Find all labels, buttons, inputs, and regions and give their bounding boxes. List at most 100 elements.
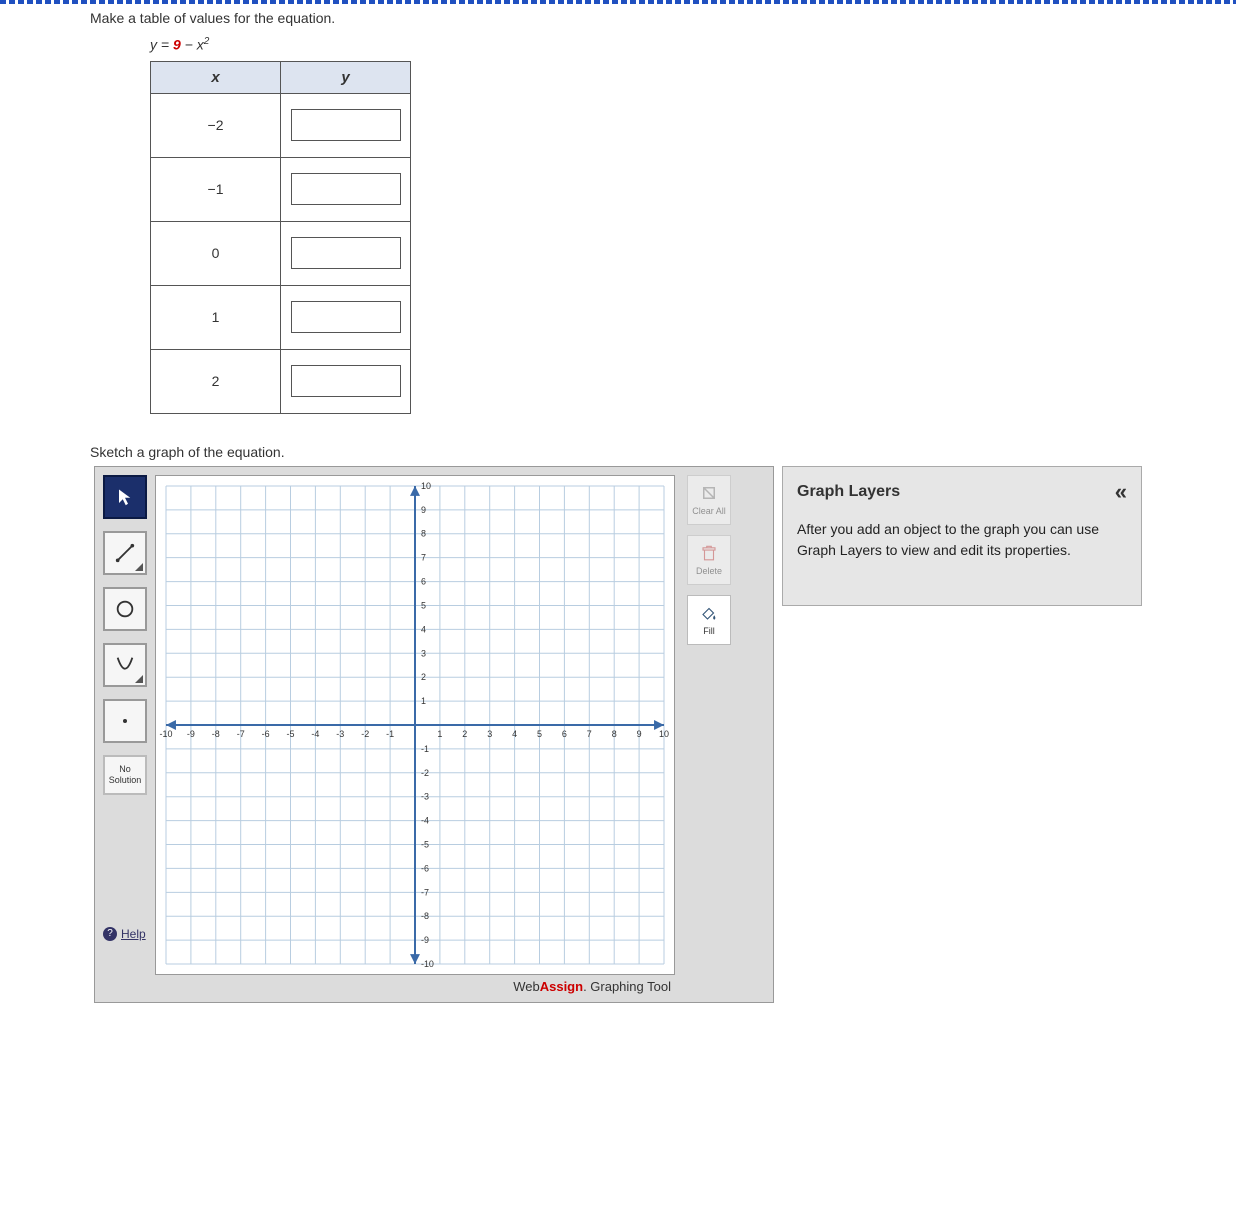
instruction-2: Sketch a graph of the equation. xyxy=(90,444,1236,460)
circle-tool[interactable] xyxy=(103,587,147,631)
fill-button[interactable]: Fill xyxy=(687,595,731,645)
y-arrow-down-icon xyxy=(410,954,420,964)
svg-text:-3: -3 xyxy=(336,729,344,739)
table-row: −2 xyxy=(151,93,411,157)
eq-x: x xyxy=(197,37,204,53)
page: Make a table of values for the equation.… xyxy=(0,10,1236,1023)
point-icon xyxy=(117,713,133,729)
trash-icon xyxy=(700,544,718,562)
point-tool[interactable] xyxy=(103,699,147,743)
svg-text:8: 8 xyxy=(612,729,617,739)
svg-text:-4: -4 xyxy=(311,729,319,739)
cell-x: −2 xyxy=(151,93,281,157)
svg-text:10: 10 xyxy=(659,729,669,739)
svg-text:2: 2 xyxy=(462,729,467,739)
no-solution-label-2: Solution xyxy=(105,775,145,786)
clear-icon xyxy=(700,484,718,502)
eq-eq: = xyxy=(157,37,173,53)
svg-text:4: 4 xyxy=(512,729,517,739)
clear-all-label: Clear All xyxy=(692,506,726,516)
y-input[interactable] xyxy=(291,173,401,205)
line-icon xyxy=(114,542,136,564)
cell-x: 0 xyxy=(151,221,281,285)
instruction-1: Make a table of values for the equation. xyxy=(90,10,1236,26)
svg-text:-3: -3 xyxy=(421,791,429,801)
svg-text:-2: -2 xyxy=(361,729,369,739)
no-solution-button[interactable]: No Solution xyxy=(103,755,147,795)
table-row: 1 xyxy=(151,285,411,349)
y-input[interactable] xyxy=(291,365,401,397)
line-tool[interactable] xyxy=(103,531,147,575)
action-column: Clear All Delete Fill xyxy=(687,475,731,994)
svg-text:-6: -6 xyxy=(262,729,270,739)
delete-label: Delete xyxy=(696,566,722,576)
svg-text:6: 6 xyxy=(562,729,567,739)
cell-x: 2 xyxy=(151,349,281,413)
brand-assign: Assign xyxy=(540,979,583,994)
svg-text:5: 5 xyxy=(421,600,426,610)
svg-text:-8: -8 xyxy=(212,729,220,739)
svg-text:3: 3 xyxy=(487,729,492,739)
brand-web: Web xyxy=(513,979,540,994)
table-row: 2 xyxy=(151,349,411,413)
svg-text:8: 8 xyxy=(421,528,426,538)
clear-all-button[interactable]: Clear All xyxy=(687,475,731,525)
svg-text:-6: -6 xyxy=(421,863,429,873)
svg-text:-10: -10 xyxy=(421,959,434,969)
svg-text:-4: -4 xyxy=(421,815,429,825)
svg-text:7: 7 xyxy=(587,729,592,739)
delete-button[interactable]: Delete xyxy=(687,535,731,585)
grid-wrap: -10 -9 -8 -7 -6 -5 -4 -3 -2 -1 1 2 3 4 5 6 7 8 9 10 -10 -9 -8 -… xyxy=(155,475,675,994)
equation: y = 9 − x2 xyxy=(150,36,1236,53)
svg-text:-8: -8 xyxy=(421,911,429,921)
svg-text:-1: -1 xyxy=(386,729,394,739)
table-header-y: y xyxy=(281,61,411,93)
svg-text:9: 9 xyxy=(421,505,426,515)
svg-text:6: 6 xyxy=(421,576,426,586)
svg-text:-7: -7 xyxy=(237,729,245,739)
svg-text:10: 10 xyxy=(421,481,431,491)
y-input[interactable] xyxy=(291,301,401,333)
svg-text:-9: -9 xyxy=(187,729,195,739)
svg-text:7: 7 xyxy=(421,552,426,562)
brand-tool: . Graphing Tool xyxy=(583,979,671,994)
y-arrow-up-icon xyxy=(410,486,420,496)
coordinate-grid[interactable]: -10 -9 -8 -7 -6 -5 -4 -3 -2 -1 1 2 3 4 5 6 7 8 9 10 -10 -9 -8 -… xyxy=(155,475,675,975)
help-link[interactable]: ? Help xyxy=(103,927,147,941)
svg-text:4: 4 xyxy=(421,624,426,634)
values-table: x y −2 −1 0 1 2 xyxy=(150,61,411,414)
help-icon: ? xyxy=(103,927,117,941)
layers-description: After you add an object to the graph you… xyxy=(797,519,1127,561)
svg-text:-7: -7 xyxy=(421,887,429,897)
graph-layers-panel: Graph Layers « After you add an object t… xyxy=(782,466,1142,606)
parabola-tool[interactable] xyxy=(103,643,147,687)
svg-text:-9: -9 xyxy=(421,935,429,945)
collapse-button[interactable]: « xyxy=(1115,479,1127,505)
y-input[interactable] xyxy=(291,109,401,141)
svg-text:-2: -2 xyxy=(421,767,429,777)
svg-text:2: 2 xyxy=(421,672,426,682)
graph-panel: No Solution ? Help -10 -9 -8 -7 -6 -5 xyxy=(94,466,774,1003)
table-header-x: x xyxy=(151,61,281,93)
select-tool[interactable] xyxy=(103,475,147,519)
eq-nine[interactable]: 9 xyxy=(173,37,181,53)
chevron-left-icon: « xyxy=(1115,479,1127,504)
table-row: 0 xyxy=(151,221,411,285)
parabola-icon xyxy=(114,654,136,676)
submenu-icon xyxy=(135,563,143,571)
svg-text:-10: -10 xyxy=(160,729,173,739)
help-label: Help xyxy=(121,927,146,941)
y-input[interactable] xyxy=(291,237,401,269)
pointer-icon xyxy=(116,488,134,506)
eq-exp: 2 xyxy=(204,36,210,47)
submenu-icon xyxy=(135,675,143,683)
eq-lhs: y xyxy=(150,37,157,53)
fill-label: Fill xyxy=(703,626,715,636)
cell-x: 1 xyxy=(151,285,281,349)
fill-icon xyxy=(700,604,718,622)
no-solution-label-1: No xyxy=(105,764,145,775)
svg-text:-5: -5 xyxy=(421,839,429,849)
svg-text:1: 1 xyxy=(421,696,426,706)
svg-text:9: 9 xyxy=(637,729,642,739)
svg-text:1: 1 xyxy=(437,729,442,739)
